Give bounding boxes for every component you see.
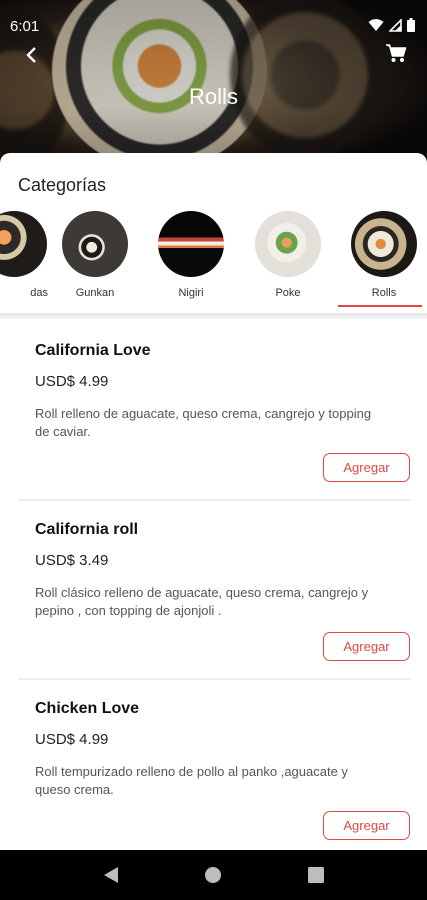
product-name: Chicken Love (35, 700, 140, 717)
category-thumbnail (0, 211, 47, 277)
add-to-cart-button[interactable]: Agregar (323, 453, 410, 482)
category-carousel[interactable]: das Gunkan Nigiri Poke Rolls (0, 211, 427, 311)
category-label: das (30, 287, 48, 299)
product-name: California Love (35, 342, 151, 359)
status-icons (368, 18, 415, 32)
category-thumbnail (62, 211, 128, 277)
chevron-left-icon (26, 47, 36, 63)
nav-home-button[interactable] (193, 855, 233, 895)
section-divider (0, 313, 427, 319)
add-to-cart-button[interactable]: Agregar (323, 811, 410, 840)
shopping-cart-icon (386, 44, 407, 62)
product-price: USD$ 4.99 (35, 731, 109, 748)
page-title: Rolls (189, 84, 238, 109)
system-nav-bar (0, 850, 427, 900)
product-price: USD$ 3.49 (35, 552, 109, 569)
category-item[interactable]: Rolls (344, 211, 424, 311)
nav-recents-button[interactable] (296, 855, 336, 895)
product-description: Roll clásico relleno de aguacate, queso … (35, 585, 369, 618)
category-label: Nigiri (178, 287, 204, 299)
square-recents-icon (307, 867, 324, 883)
category-label: Gunkan (75, 287, 115, 299)
category-label: Poke (275, 287, 301, 299)
status-time: 6:01 (10, 18, 40, 35)
product-description: Roll tempurizado relleno de pollo al pan… (35, 764, 348, 797)
category-label: Rolls (371, 287, 397, 299)
signal-icon (389, 18, 402, 32)
product-card: California Love USD$ 4.99 Roll relleno d… (18, 321, 411, 501)
status-bar: 6:01 (0, 0, 427, 54)
category-thumbnail (351, 211, 417, 277)
nav-back-button[interactable] (91, 855, 131, 895)
triangle-back-icon (104, 867, 119, 883)
product-description: Roll relleno de aguacate, queso crema, c… (35, 406, 372, 439)
categories-heading: Categorías (18, 175, 107, 195)
cart-button[interactable] (383, 40, 409, 66)
product-card: Chicken Love USD$ 4.99 Roll tempurizado … (18, 679, 411, 850)
content-panel: Categorías das Gunkan Nigiri Poke Rolls … (0, 153, 427, 850)
back-button[interactable] (18, 42, 44, 68)
product-card: California roll USD$ 3.49 Roll clásico r… (18, 500, 411, 680)
category-thumbnail (158, 211, 224, 277)
product-name: California roll (35, 521, 139, 538)
category-item[interactable]: Gunkan (55, 211, 135, 311)
product-price: USD$ 4.99 (35, 373, 109, 390)
active-category-indicator (338, 305, 422, 307)
battery-icon (407, 18, 415, 32)
category-item[interactable]: das (0, 211, 54, 311)
category-thumbnail (255, 211, 321, 277)
add-to-cart-button[interactable]: Agregar (323, 632, 410, 661)
category-item[interactable]: Poke (248, 211, 328, 311)
category-item[interactable]: Nigiri (151, 211, 231, 311)
wifi-icon (368, 19, 384, 31)
circle-home-icon (205, 867, 222, 883)
